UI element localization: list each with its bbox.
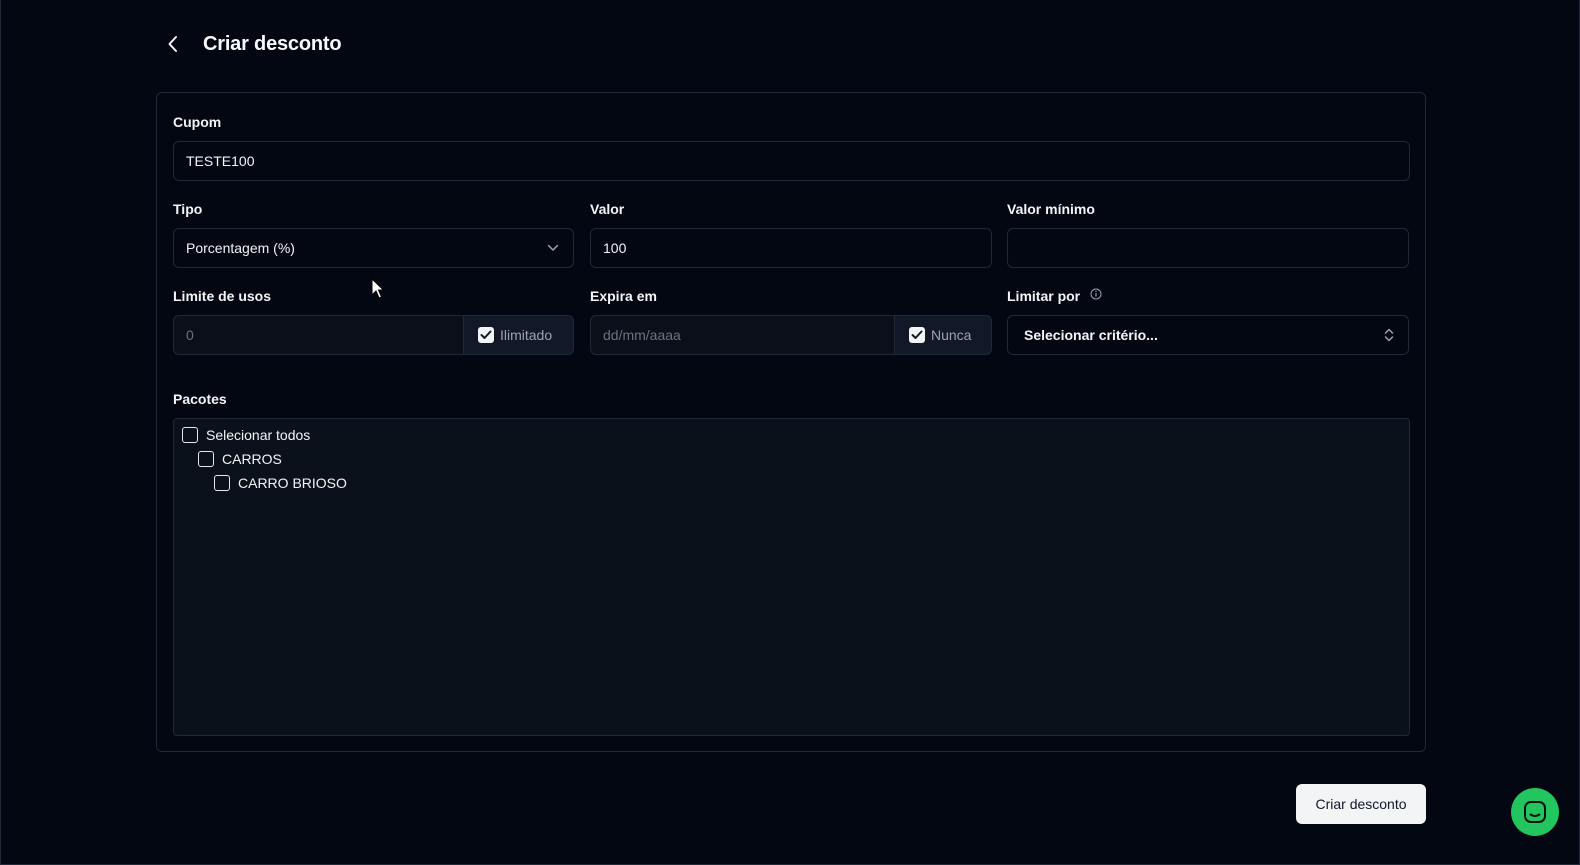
check-icon xyxy=(480,330,492,339)
amount-label: Valor xyxy=(590,201,625,217)
tree-item-label: CARRO BRIOSO xyxy=(238,475,347,491)
packages-label: Pacotes xyxy=(173,391,227,407)
limit-by-label: Limitar por xyxy=(1007,288,1102,304)
create-discount-button[interactable]: Criar desconto xyxy=(1296,784,1426,824)
never-expires-toggle[interactable]: Nunca xyxy=(895,315,992,355)
never-expires-label: Nunca xyxy=(931,327,972,343)
tree-item-carros[interactable]: CARROS xyxy=(198,451,282,467)
min-amount-input[interactable] xyxy=(1007,228,1409,268)
type-select-value: Porcentagem (%) xyxy=(186,240,295,256)
unlimited-checkbox[interactable] xyxy=(478,327,494,343)
type-label: Tipo xyxy=(173,201,203,217)
select-all-checkbox[interactable] xyxy=(182,427,198,443)
usage-limit-input[interactable]: 0 xyxy=(173,315,464,355)
limit-by-select-value: Selecionar critério... xyxy=(1024,327,1158,343)
usage-limit-label: Limite de usos xyxy=(173,288,272,304)
usage-limit-input-value: 0 xyxy=(186,327,194,343)
limit-by-label-text: Limitar por xyxy=(1007,288,1081,304)
discount-form-card: Cupom TESTE100 Tipo Porcentagem (%) Valo… xyxy=(156,92,1426,752)
tree-item-carro-brioso[interactable]: CARRO BRIOSO xyxy=(214,475,347,491)
coupon-label: Cupom xyxy=(173,114,222,130)
chevron-up-down-icon xyxy=(1384,328,1394,342)
chevron-left-icon xyxy=(168,36,177,52)
mouse-cursor-icon xyxy=(371,278,385,299)
page-title: Criar desconto xyxy=(203,32,342,55)
unlimited-label: Ilimitado xyxy=(500,327,553,343)
page: Criar desconto Cupom TESTE100 Tipo Porce… xyxy=(0,0,1580,865)
unlimited-toggle[interactable]: Ilimitado xyxy=(464,315,574,355)
amount-input[interactable]: 100 xyxy=(590,228,992,268)
check-icon xyxy=(911,330,923,339)
tree-item-label: Selecionar todos xyxy=(206,427,311,443)
coupon-input[interactable]: TESTE100 xyxy=(173,141,1410,181)
coupon-input-value: TESTE100 xyxy=(186,153,255,169)
carro-brioso-checkbox[interactable] xyxy=(214,475,230,491)
tree-item-label: CARROS xyxy=(222,451,282,467)
limit-by-select[interactable]: Selecionar critério... xyxy=(1007,315,1409,355)
expires-date-placeholder: dd/mm/aaaa xyxy=(603,327,681,343)
header: Criar desconto xyxy=(161,28,342,60)
chat-icon xyxy=(1524,801,1546,823)
back-button[interactable] xyxy=(161,28,185,60)
expires-label: Expira em xyxy=(590,288,657,304)
type-select[interactable]: Porcentagem (%) xyxy=(173,228,574,268)
chat-launcher-button[interactable] xyxy=(1511,788,1559,836)
info-icon[interactable] xyxy=(1090,288,1102,300)
packages-tree: Selecionar todos CARROS CARRO BRIOSO xyxy=(173,418,1410,736)
amount-input-value: 100 xyxy=(603,240,627,256)
min-amount-label: Valor mínimo xyxy=(1007,201,1095,217)
carros-checkbox[interactable] xyxy=(198,451,214,467)
expires-date-input[interactable]: dd/mm/aaaa xyxy=(590,315,895,355)
chevron-down-icon xyxy=(547,244,559,251)
never-expires-checkbox[interactable] xyxy=(909,327,925,343)
tree-item-select-all[interactable]: Selecionar todos xyxy=(182,427,310,443)
